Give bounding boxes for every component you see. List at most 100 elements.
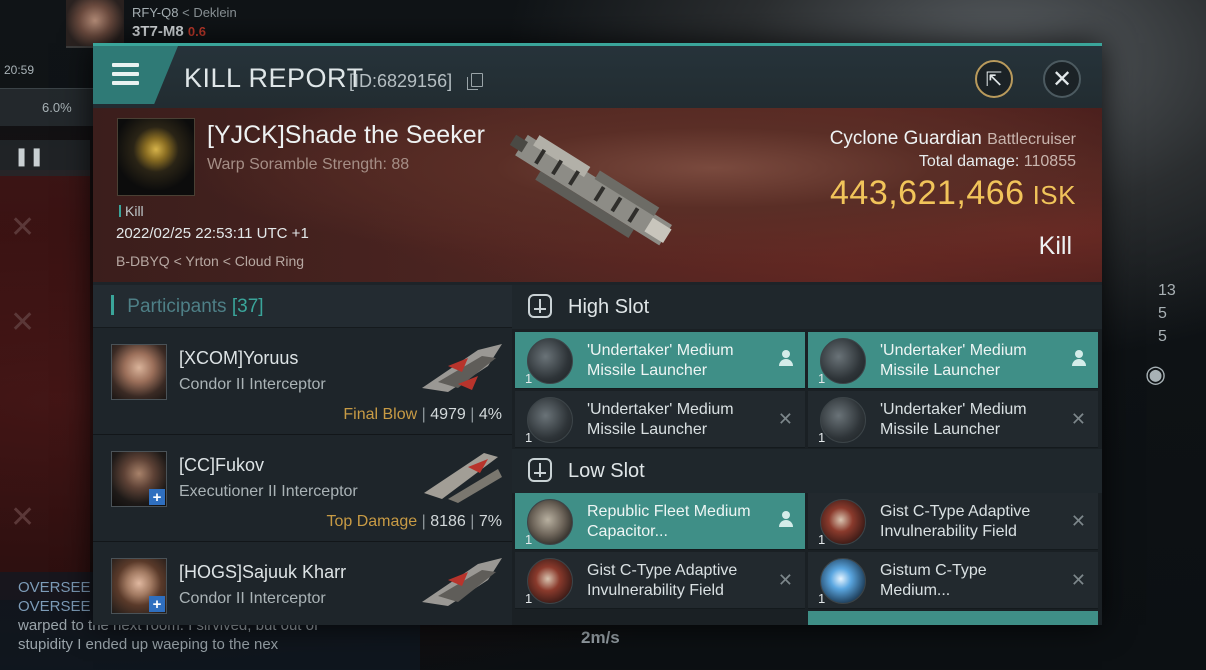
participants-panel[interactable]: Participants [37] [XCOM]Yoruus Condor II… (93, 285, 512, 625)
close-button[interactable]: ✕ (1043, 60, 1081, 98)
avatar[interactable] (111, 344, 167, 400)
menu-button[interactable] (93, 46, 178, 104)
result-label: Kill (1038, 232, 1072, 260)
module-item[interactable]: 1 'Undertaker' Medium Missile Launcher (808, 332, 1098, 389)
module-item[interactable]: 1 Gist C-Type Adaptive Invulnerability F… (515, 552, 805, 609)
module-quantity: 1 (818, 532, 826, 547)
clock: 20:59 (4, 63, 35, 77)
window-titlebar: KILL REPORT [ID:6829156] ⇱ ✕ (93, 46, 1102, 108)
destroyed-x-icon: ✕ (1070, 570, 1086, 590)
participant-ship-image (424, 453, 502, 503)
module-name: 'Undertaker' Medium Missile Launcher (587, 401, 734, 438)
victim-avatar[interactable] (117, 118, 195, 196)
module-item[interactable]: 1 Republic Fleet Medium Capacitor... (515, 493, 805, 550)
copy-icon[interactable] (467, 73, 483, 90)
high-slot-icon (528, 294, 552, 318)
destroyed-x-icon: ✕ (1070, 409, 1086, 429)
counter-neutral: 5 (1158, 305, 1167, 322)
participant-ship: Executioner II Interceptor (179, 483, 358, 500)
close-icon: ✕ (1051, 65, 1073, 93)
isk-value: 443,621,466 ISK (830, 174, 1076, 212)
warp-scramble-strength: Warp Soramble Strength: 88 (207, 156, 410, 173)
module-quantity: 1 (818, 430, 826, 445)
dropped-person-icon (1072, 350, 1086, 371)
counter-hostile: 13 (1158, 282, 1176, 299)
chat-message: stupidity I ended up waeping to the nex (18, 636, 279, 653)
pilot-avatar[interactable] (66, 0, 124, 48)
hud-route: RFY-Q8 < Deklein (132, 5, 237, 20)
pause-button[interactable]: ❚❚ (0, 140, 90, 176)
participant-name: [HOGS]Sajuuk Kharr (179, 562, 347, 582)
pause-icon: ❚❚ (14, 146, 45, 166)
shield-extender-icon (820, 558, 866, 604)
hamburger-menu-icon (112, 63, 139, 85)
counter-other: 5 (1158, 328, 1167, 345)
module-name: Republic Fleet Medium Capacitor... (587, 503, 751, 540)
destroyed-x-icon: ✕ (777, 570, 793, 590)
module-name: Gist C-Type Adaptive Invulnerability Fie… (587, 562, 738, 599)
participant-stats: Top Damage | 8186 | 7% (326, 513, 502, 530)
victim-summary: [YJCK]Shade the Seeker Warp Soramble Str… (93, 108, 1102, 282)
participant-row[interactable]: [XCOM]Yoruus Condor II Interceptor Final… (93, 328, 512, 435)
low-slot-icon (528, 458, 552, 482)
missile-launcher-icon (820, 338, 866, 384)
kill-datetime: 2022/02/25 22:53:11 UTC +1 (116, 225, 309, 242)
window-title: KILL REPORT (184, 63, 364, 93)
cargo-indicator[interactable]: 6.0% (0, 88, 95, 126)
invulnerability-field-icon (527, 558, 573, 604)
module-name: 'Undertaker' Medium Missile Launcher (880, 401, 1027, 438)
module-name: Gistum C-Type Medium... (880, 562, 987, 599)
missile-launcher-icon (820, 397, 866, 443)
dropped-person-icon (779, 511, 793, 532)
module-quantity: 1 (818, 591, 826, 606)
avatar[interactable]: + (111, 558, 167, 614)
module-item-partial[interactable] (808, 611, 1098, 625)
module-item[interactable]: 1 Gist C-Type Adaptive Invulnerability F… (808, 493, 1098, 550)
participants-header[interactable]: Participants [37] (93, 285, 512, 328)
module-name: 'Undertaker' Medium Missile Launcher (880, 342, 1027, 379)
participant-name: [XCOM]Yoruus (179, 348, 299, 368)
module-quantity: 1 (818, 371, 826, 386)
speed-readout: 2m/s (581, 628, 620, 647)
avatar[interactable]: + (111, 451, 167, 507)
left-hud-strip: ✕ ✕ ✕ (0, 170, 90, 600)
participant-stats: Final Blow | 4979 | 4% (343, 406, 502, 423)
kill-location: B-DBYQ < Yrton < Cloud Ring (116, 253, 305, 269)
participant-ship-image (422, 558, 502, 606)
module-item[interactable]: 1 Gistum C-Type Medium... ✕ (808, 552, 1098, 609)
victim-name[interactable]: [YJCK]Shade the Seeker (207, 121, 485, 150)
fitting-panel[interactable]: High Slot 1 'Undertaker' Medium Missile … (512, 285, 1102, 625)
cargo-percent: 6.0% (42, 100, 72, 115)
module-name: 'Undertaker' Medium Missile Launcher (587, 342, 734, 379)
module-item[interactable]: 1 'Undertaker' Medium Missile Launcher (515, 332, 805, 389)
low-slot-header: Low Slot (512, 449, 1102, 493)
destroyed-x-icon: ✕ (1070, 511, 1086, 531)
participant-row[interactable]: + [CC]Fukov Executioner II Interceptor T… (93, 435, 512, 542)
kill-report-window: KILL REPORT [ID:6829156] ⇱ ✕ [YJCK]Shade… (93, 43, 1102, 625)
capacitor-booster-icon (527, 499, 573, 545)
kill-tag: Kill (119, 203, 144, 219)
participant-ship: Condor II Interceptor (179, 590, 326, 607)
current-system[interactable]: 3T7-M8 0.6 (132, 23, 206, 40)
close-icon: ✕ (10, 306, 36, 339)
module-quantity: 1 (525, 371, 533, 386)
kill-id: [ID:6829156] (349, 71, 453, 91)
missile-launcher-icon (527, 338, 573, 384)
invulnerability-field-icon (820, 499, 866, 545)
plus-badge-icon: + (149, 596, 165, 612)
participant-row[interactable]: + [HOGS]Sajuuk Kharr Condor II Intercept… (93, 542, 512, 625)
participant-name: [CC]Fukov (179, 455, 265, 475)
module-quantity: 1 (525, 430, 533, 445)
module-name: Gist C-Type Adaptive Invulnerability Fie… (880, 503, 1031, 540)
victim-ship[interactable]: Cyclone Guardian Battlecruiser (830, 128, 1076, 150)
close-icon: ✕ (10, 211, 36, 244)
module-quantity: 1 (525, 532, 533, 547)
dropped-person-icon (779, 350, 793, 371)
total-damage: Total damage: 110855 (918, 153, 1076, 170)
share-button[interactable]: ⇱ (975, 60, 1013, 98)
module-quantity: 1 (525, 591, 533, 606)
module-item[interactable]: 1 'Undertaker' Medium Missile Launcher ✕ (808, 391, 1098, 448)
eye-icon[interactable]: ◉ (1145, 360, 1166, 389)
close-icon: ✕ (10, 501, 36, 534)
module-item[interactable]: 1 'Undertaker' Medium Missile Launcher ✕ (515, 391, 805, 448)
